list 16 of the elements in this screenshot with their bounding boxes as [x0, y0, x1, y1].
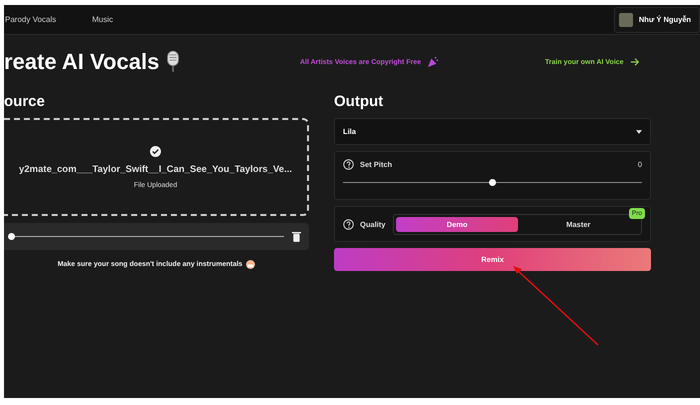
help-icon[interactable] — [343, 218, 354, 230]
trash-icon[interactable] — [292, 231, 301, 242]
nav-link[interactable]: Music — [92, 15, 114, 24]
caret-icon — [636, 130, 642, 134]
arrow-right-icon — [630, 57, 640, 67]
help-icon[interactable] — [343, 159, 354, 170]
page-title: reate AI Vocals — [4, 49, 160, 75]
party-popper-icon — [426, 56, 439, 68]
avatar-photo-placeholder — [618, 12, 633, 26]
section-heading: ource — [4, 93, 46, 110]
file-name: y2mate_com___Taylor_Swift__I_Can_See_You_Taylors_Ve... — [18, 164, 292, 174]
nav-link[interactable]: Parody Vocals — [5, 15, 56, 24]
section-heading: Output — [334, 93, 384, 110]
progress-thumb[interactable] — [8, 233, 15, 240]
pitch-slider-thumb[interactable] — [488, 179, 496, 186]
face-icon — [246, 260, 256, 269]
